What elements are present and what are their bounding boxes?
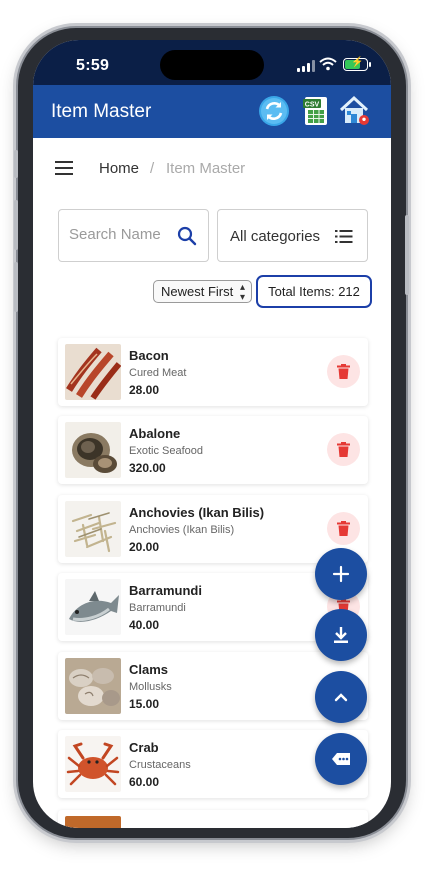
status-bar: 5:59 ⚡	[33, 40, 391, 85]
delete-button[interactable]	[327, 433, 360, 466]
item-price: 20.00	[129, 540, 160, 554]
list-item[interactable]: Bacon Cured Meat 28.00	[58, 338, 368, 406]
item-name: Anchovies (Ikan Bilis)	[129, 505, 265, 520]
breadcrumb: Home / Item Master	[55, 158, 375, 180]
breadcrumb-separator: /	[150, 160, 155, 177]
app-screen: 5:59 ⚡ Item Master CSV Home / Item Maste…	[33, 40, 391, 828]
wifi-icon	[319, 57, 337, 71]
side-button	[14, 150, 18, 178]
item-category: Cured Meat	[129, 367, 187, 379]
signal-icon	[297, 60, 315, 72]
search-field[interactable]	[58, 209, 209, 262]
menu-icon[interactable]	[55, 161, 73, 175]
chat-icon	[332, 753, 350, 765]
item-name: Clams	[129, 662, 169, 677]
status-time: 5:59	[76, 57, 110, 74]
up-down-arrows-icon: ▴ ▾	[239, 282, 245, 303]
item-price: 320.00	[129, 461, 166, 475]
item-thumbnail	[65, 501, 121, 557]
item-category: Barramundi	[129, 602, 186, 614]
battery-icon: ⚡	[343, 57, 368, 71]
sort-select[interactable]: Newest First ▴ ▾	[153, 280, 252, 303]
csv-label: CSV	[305, 102, 320, 109]
item-category: Crustaceans	[129, 759, 191, 771]
item-price: 60.00	[129, 775, 160, 789]
item-category: Anchovies (Ikan Bilis)	[129, 524, 235, 536]
list-icon	[335, 230, 353, 243]
trash-icon	[337, 521, 350, 536]
item-name: Bacon	[129, 348, 169, 363]
item-thumbnail	[65, 816, 121, 828]
category-select[interactable]: All categories	[217, 209, 368, 262]
home-location-icon[interactable]	[338, 95, 370, 127]
list-item[interactable]: Abalone Exotic Seafood 320.00	[58, 416, 368, 484]
item-name: Crab	[129, 740, 159, 755]
item-price: 40.00	[129, 618, 160, 632]
item-name: Abalone	[129, 426, 181, 441]
item-name: Barramundi	[129, 583, 202, 598]
side-button	[14, 262, 18, 312]
item-price: 28.00	[129, 383, 160, 397]
item-thumbnail	[65, 736, 121, 792]
app-bar: Item Master CSV	[33, 85, 391, 138]
item-thumbnail	[65, 344, 121, 400]
item-category: Mollusks	[129, 681, 172, 693]
list-item[interactable]	[58, 810, 368, 828]
download-icon	[334, 627, 348, 643]
side-button	[14, 200, 18, 250]
item-thumbnail	[65, 422, 121, 478]
list-item[interactable]: Anchovies (Ikan Bilis) Anchovies (Ikan B…	[58, 495, 368, 563]
add-item-button[interactable]	[315, 548, 367, 600]
item-category: Exotic Seafood	[129, 445, 203, 457]
item-thumbnail	[65, 579, 121, 635]
page-title: Item Master	[51, 101, 152, 122]
download-button[interactable]	[315, 609, 367, 661]
battery-tip	[369, 62, 371, 67]
side-button	[405, 215, 409, 295]
breadcrumb-home-link[interactable]: Home	[99, 160, 139, 177]
trash-icon	[337, 364, 350, 379]
category-select-value: All categories	[230, 228, 321, 245]
delete-button[interactable]	[327, 355, 360, 388]
item-thumbnail	[65, 658, 121, 714]
chevron-up-icon	[334, 693, 348, 702]
sort-select-value: Newest First	[161, 284, 234, 299]
csv-export-icon[interactable]: CSV	[300, 95, 332, 127]
dynamic-island	[160, 50, 264, 80]
search-icon[interactable]	[177, 226, 197, 246]
trash-icon	[337, 442, 350, 457]
chat-button[interactable]	[315, 733, 367, 785]
breadcrumb-current: Item Master	[166, 160, 246, 177]
search-input[interactable]	[69, 226, 169, 243]
delete-button[interactable]	[327, 512, 360, 545]
total-items-badge: Total Items: 212	[256, 275, 372, 308]
scroll-top-button[interactable]	[315, 671, 367, 723]
item-price: 15.00	[129, 697, 160, 711]
add-icon	[332, 565, 350, 583]
refresh-icon[interactable]	[258, 95, 290, 127]
